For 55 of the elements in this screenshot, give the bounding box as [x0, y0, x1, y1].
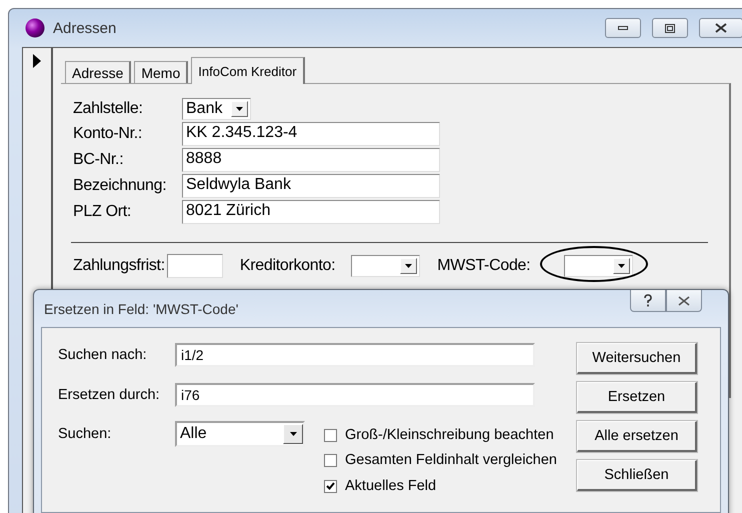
checkbox-label: Aktuelles Feld	[345, 478, 436, 494]
combo-value: Alle	[180, 425, 207, 443]
field-label: Bezeichnung:	[73, 177, 168, 195]
dropdown-arrow-icon[interactable]	[236, 107, 243, 111]
close-icon	[715, 23, 727, 33]
dialog-title: Ersetzen in Feld: 'MWST-Code'	[44, 301, 240, 317]
dropdown-arrow-icon[interactable]	[405, 264, 412, 268]
combo-box[interactable]	[564, 255, 634, 277]
input-field[interactable]: Seldwyla Bank	[182, 174, 440, 198]
checkbox[interactable]	[324, 428, 337, 442]
field-label: Ersetzen durch:	[58, 387, 161, 403]
minimize-button[interactable]	[605, 18, 641, 38]
checkbox-label: Gesamten Feldinhalt vergleichen	[345, 452, 557, 468]
maximize-button[interactable]	[652, 18, 688, 38]
field-label: Suchen nach:	[58, 347, 148, 363]
field-label: Zahlstelle:	[73, 100, 144, 118]
input-field[interactable]: KK 2.345.123-4	[182, 122, 440, 146]
checkbox-label: Groß-/Kleinschreibung beachten	[345, 427, 554, 443]
restore-icon	[665, 24, 675, 32]
field-label: BC-Nr.:	[73, 151, 124, 169]
tab[interactable]: Memo	[134, 61, 188, 83]
combo-box[interactable]: Alle	[175, 421, 305, 447]
dialog-button[interactable]: Weitersuchen	[577, 343, 697, 374]
dialog-button[interactable]: Ersetzen	[577, 382, 697, 413]
help-icon	[643, 294, 653, 308]
combo-value: Bank	[186, 100, 222, 118]
dropdown-arrow-icon[interactable]	[618, 264, 626, 268]
combo-box[interactable]	[351, 255, 420, 277]
app-icon	[25, 18, 45, 38]
dialog-button[interactable]: Schließen	[577, 460, 697, 491]
input-field[interactable]: 8021 Zürich	[182, 200, 440, 224]
tab[interactable]: Adresse	[65, 61, 132, 83]
close-button[interactable]	[666, 290, 702, 312]
record-pointer-icon	[33, 54, 41, 68]
field-label: Zahlungsfrist:	[73, 257, 165, 275]
checkbox[interactable]	[324, 454, 337, 466]
input-field[interactable]: 8888	[182, 148, 440, 172]
tab[interactable]: InfoCom Kreditor	[191, 57, 305, 84]
field-label: Suchen:	[58, 426, 112, 442]
field-label: PLZ Ort:	[73, 203, 132, 221]
input-field[interactable]	[166, 254, 223, 278]
close-button[interactable]	[699, 18, 742, 38]
input-field[interactable]: i1/2	[175, 343, 535, 367]
field-label: MWST-Code:	[437, 257, 530, 275]
combo-box[interactable]: Bank	[182, 98, 251, 120]
help-button[interactable]	[630, 290, 666, 312]
field-label: Kreditorkonto:	[240, 257, 336, 275]
window-title: Adressen	[53, 20, 118, 36]
dialog-button[interactable]: Alle ersetzen	[577, 421, 697, 452]
close-icon	[678, 296, 690, 306]
input-field[interactable]: i76	[175, 383, 535, 407]
dropdown-arrow-icon[interactable]	[290, 432, 296, 436]
minimize-icon	[618, 26, 628, 30]
field-label: Konto-Nr.:	[73, 125, 144, 143]
checkbox[interactable]	[324, 480, 337, 492]
